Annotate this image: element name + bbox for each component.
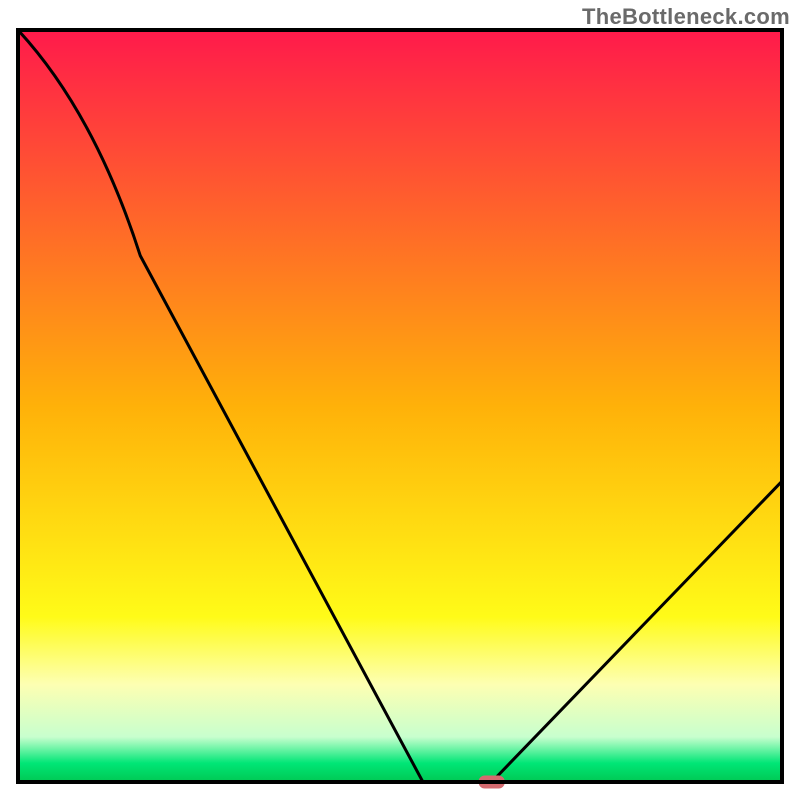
chart-container: TheBottleneck.com [0,0,800,800]
attribution-label: TheBottleneck.com [582,4,790,30]
plot-background [18,30,782,782]
bottleneck-chart [0,0,800,800]
